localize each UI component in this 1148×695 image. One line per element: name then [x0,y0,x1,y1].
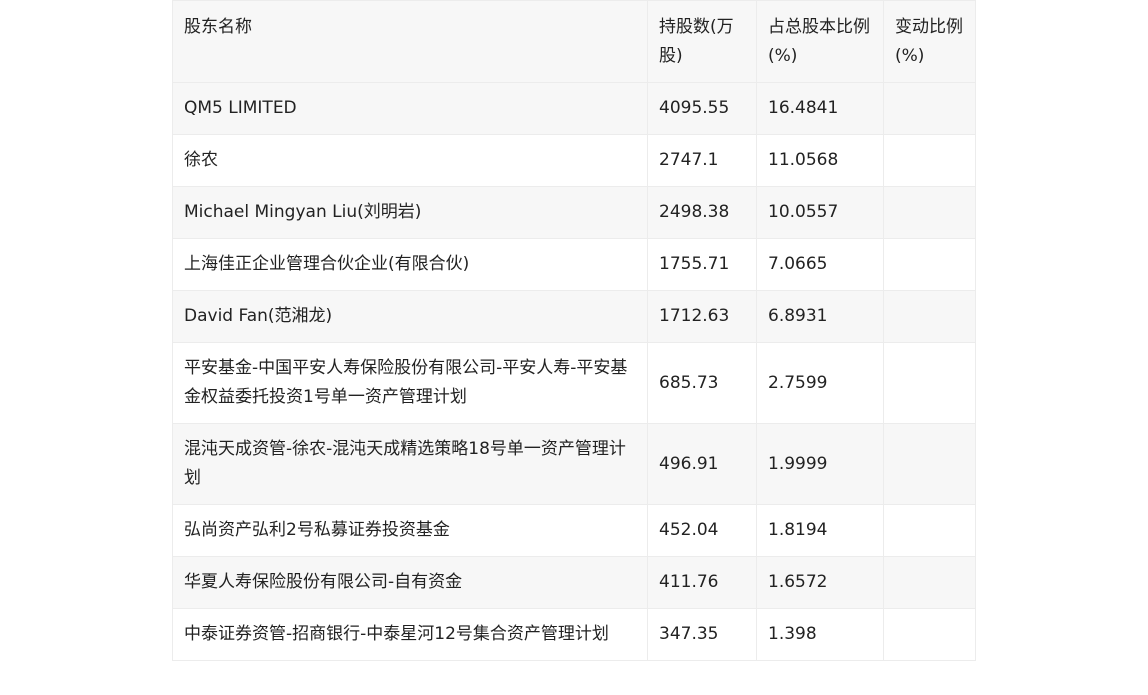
table-row: Michael Mingyan Liu(刘明岩) 2498.38 10.0557 [172,186,976,239]
cell-ratio: 11.0568 [756,134,884,187]
header-ratio: 占总股本比例(%) [756,0,884,83]
cell-shares: 2498.38 [647,186,757,239]
cell-shareholder-name: QM5 LIMITED [172,82,648,135]
cell-shareholder-name: David Fan(范湘龙) [172,290,648,343]
header-row: 股东名称 持股数(万股) 占总股本比例(%) 变动比例(%) [172,0,976,83]
cell-change [883,342,976,424]
cell-ratio: 7.0665 [756,238,884,291]
cell-ratio: 1.398 [756,608,884,661]
cell-ratio: 10.0557 [756,186,884,239]
cell-ratio: 6.8931 [756,290,884,343]
cell-shares: 496.91 [647,423,757,505]
header-shares: 持股数(万股) [647,0,757,83]
cell-change [883,290,976,343]
cell-shareholder-name: Michael Mingyan Liu(刘明岩) [172,186,648,239]
cell-shareholder-name: 中泰证券资管-招商银行-中泰星河12号集合资产管理计划 [172,608,648,661]
cell-shareholder-name: 上海佳正企业管理合伙企业(有限合伙) [172,238,648,291]
header-change: 变动比例(%) [883,0,976,83]
cell-shares: 2747.1 [647,134,757,187]
cell-ratio: 1.6572 [756,556,884,609]
table-row: 平安基金-中国平安人寿保险股份有限公司-平安人寿-平安基金权益委托投资1号单一资… [172,342,976,424]
cell-shares: 4095.55 [647,82,757,135]
table-row: 上海佳正企业管理合伙企业(有限合伙) 1755.71 7.0665 [172,238,976,291]
cell-change [883,134,976,187]
table-row: 华夏人寿保险股份有限公司-自有资金 411.76 1.6572 [172,556,976,609]
shareholder-table: 股东名称 持股数(万股) 占总股本比例(%) 变动比例(%) QM5 LIMIT… [172,0,976,661]
cell-shares: 1755.71 [647,238,757,291]
cell-shareholder-name: 华夏人寿保险股份有限公司-自有资金 [172,556,648,609]
cell-change [883,186,976,239]
table-row: David Fan(范湘龙) 1712.63 6.8931 [172,290,976,343]
cell-shares: 347.35 [647,608,757,661]
table-row: 中泰证券资管-招商银行-中泰星河12号集合资产管理计划 347.35 1.398 [172,608,976,661]
cell-shareholder-name: 混沌天成资管-徐农-混沌天成精选策略18号单一资产管理计划 [172,423,648,505]
cell-change [883,504,976,557]
cell-change [883,608,976,661]
cell-shareholder-name: 弘尚资产弘利2号私募证券投资基金 [172,504,648,557]
cell-shareholder-name: 平安基金-中国平安人寿保险股份有限公司-平安人寿-平安基金权益委托投资1号单一资… [172,342,648,424]
cell-change [883,556,976,609]
table-row: 弘尚资产弘利2号私募证券投资基金 452.04 1.8194 [172,504,976,557]
cell-ratio: 1.9999 [756,423,884,505]
cell-shares: 452.04 [647,504,757,557]
cell-change [883,82,976,135]
cell-shares: 411.76 [647,556,757,609]
header-shareholder-name: 股东名称 [172,0,648,83]
table-body: QM5 LIMITED 4095.55 16.4841 徐农 2747.1 11… [172,82,976,661]
cell-ratio: 16.4841 [756,82,884,135]
cell-shares: 685.73 [647,342,757,424]
cell-ratio: 2.7599 [756,342,884,424]
table-row: 混沌天成资管-徐农-混沌天成精选策略18号单一资产管理计划 496.91 1.9… [172,423,976,505]
cell-shareholder-name: 徐农 [172,134,648,187]
cell-change [883,423,976,505]
cell-shares: 1712.63 [647,290,757,343]
cell-change [883,238,976,291]
cell-ratio: 1.8194 [756,504,884,557]
table-row: QM5 LIMITED 4095.55 16.4841 [172,82,976,135]
table-header: 股东名称 持股数(万股) 占总股本比例(%) 变动比例(%) [172,0,976,83]
table-row: 徐农 2747.1 11.0568 [172,134,976,187]
